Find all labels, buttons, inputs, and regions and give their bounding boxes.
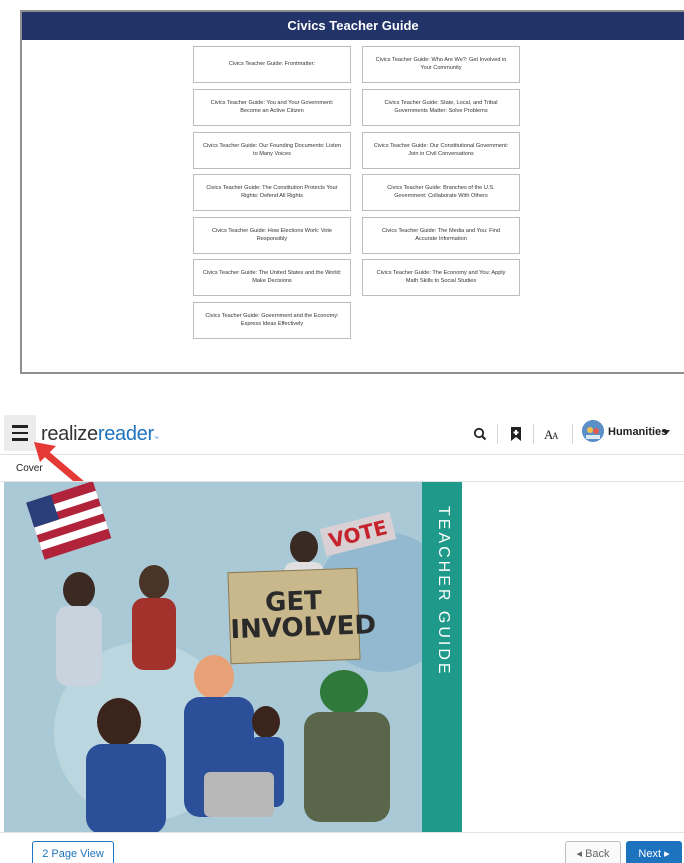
header-divider bbox=[572, 424, 573, 444]
guide-card-economy-and-you[interactable]: Civics Teacher Guide: The Economy and Yo… bbox=[362, 259, 520, 296]
avatar-icon[interactable] bbox=[582, 420, 604, 442]
reader-footer: 2 Page View ◂ Back Next ▸ bbox=[0, 832, 684, 863]
logo-reader-text: reader bbox=[97, 423, 154, 445]
chevron-left-icon: ◂ bbox=[576, 848, 582, 860]
get-involved-sign-text: GET INVOLVED bbox=[229, 586, 377, 646]
chevron-down-icon[interactable] bbox=[662, 430, 670, 435]
reader-header: realizereader™ AA Humanities bbox=[0, 413, 684, 455]
back-label: Back bbox=[585, 848, 610, 860]
guide-title: Civics Teacher Guide bbox=[22, 12, 684, 40]
guide-card-government-economy[interactable]: Civics Teacher Guide: Government and the… bbox=[193, 302, 351, 339]
teacher-guide-panel: Civics Teacher Guide Civics Teacher Guid… bbox=[20, 10, 684, 374]
text-size-icon[interactable]: AA bbox=[542, 424, 562, 444]
cover-title: TEACHER GUIDE bbox=[435, 506, 452, 677]
guide-card-founding-documents[interactable]: Civics Teacher Guide: Our Founding Docum… bbox=[193, 132, 351, 169]
guide-card-state-local-tribal[interactable]: Civics Teacher Guide: State, Local, and … bbox=[362, 89, 520, 126]
back-button[interactable]: ◂ Back bbox=[565, 841, 621, 863]
next-button[interactable]: Next ▸ bbox=[626, 841, 682, 863]
menu-icon bbox=[12, 425, 28, 428]
chevron-right-icon: ▸ bbox=[664, 848, 670, 860]
guide-card-constitutional-government[interactable]: Civics Teacher Guide: Our Constitutional… bbox=[362, 132, 520, 169]
menu-icon-bar bbox=[12, 431, 28, 435]
guide-card-constitution-protects[interactable]: Civics Teacher Guide: The Constitution P… bbox=[193, 174, 351, 211]
guide-card-who-are-we[interactable]: Civics Teacher Guide: Who Are We?: Get I… bbox=[362, 46, 520, 83]
svg-text:A: A bbox=[552, 431, 559, 441]
header-divider bbox=[533, 424, 534, 444]
guide-card-you-and-your-government[interactable]: Civics Teacher Guide: You and Your Gover… bbox=[193, 89, 351, 126]
menu-icon-bar bbox=[12, 438, 28, 441]
breadcrumb-cover[interactable]: Cover bbox=[16, 463, 43, 474]
sign-line-2: INVOLVED bbox=[229, 610, 377, 646]
guide-card-united-states-world[interactable]: Civics Teacher Guide: The United States … bbox=[193, 259, 351, 296]
logo-trademark: ™ bbox=[153, 436, 159, 442]
book-cover-image: VOTE GET INVOLVED TEACHER GUIDE bbox=[4, 482, 462, 832]
two-page-view-button[interactable]: 2 Page View bbox=[32, 841, 114, 863]
guide-card-media[interactable]: Civics Teacher Guide: The Media and You:… bbox=[362, 217, 520, 254]
guide-card-frontmatter[interactable]: Civics Teacher Guide: Frontmatter: bbox=[193, 46, 351, 83]
user-name[interactable]: Humanities bbox=[608, 426, 667, 438]
next-label: Next bbox=[638, 848, 662, 860]
bookmark-icon[interactable] bbox=[506, 424, 526, 444]
search-icon[interactable] bbox=[470, 424, 490, 444]
guide-card-elections[interactable]: Civics Teacher Guide: How Elections Work… bbox=[193, 217, 351, 254]
header-divider bbox=[497, 424, 498, 444]
get-involved-sign: GET INVOLVED bbox=[227, 567, 377, 665]
breadcrumb: Cover bbox=[0, 456, 684, 482]
guide-card-branches[interactable]: Civics Teacher Guide: Branches of the U.… bbox=[362, 174, 520, 211]
